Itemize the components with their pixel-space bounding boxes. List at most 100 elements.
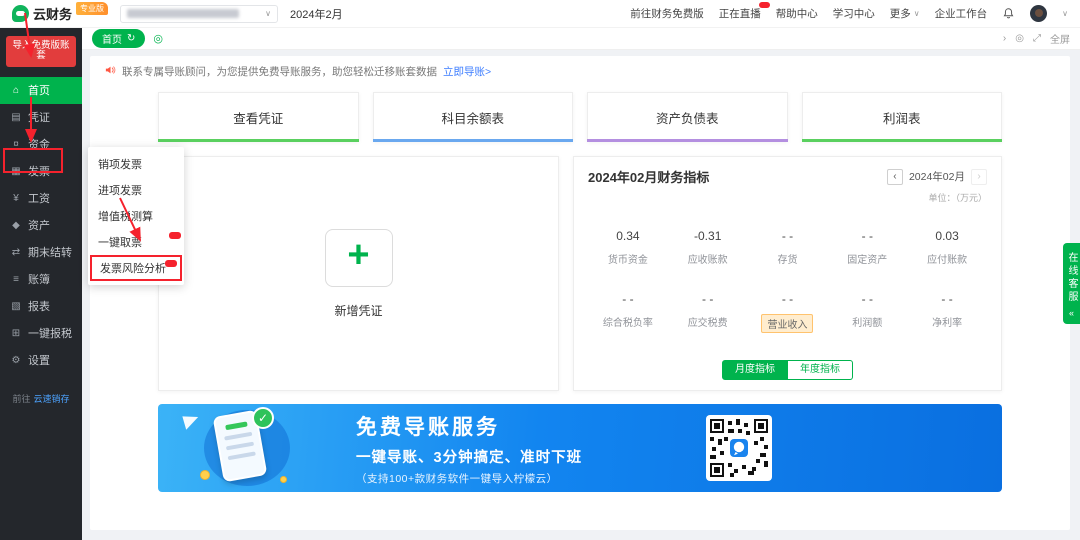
sidebar-item-funds[interactable]: ¤ 资金 <box>0 131 82 158</box>
refresh-circle-icon[interactable]: ◎ <box>1015 33 1024 44</box>
metric-payables: 0.03 应付账款 <box>927 229 968 267</box>
add-voucher-button[interactable]: + <box>324 228 393 287</box>
main-content: 联系专属导账顾问，为您提供免费导账服务，助您轻松迁移账套数据 立即导账> 查看凭… <box>82 50 1080 540</box>
voucher-icon: ▤ <box>11 111 21 123</box>
tab-home-label: 首页 <box>102 35 122 46</box>
notice-text: 联系专属导账顾问，为您提供免费导账服务，助您轻松迁移账套数据 <box>122 66 437 78</box>
card-balance-sheet[interactable]: 资产负债表 <box>587 92 788 142</box>
quick-cards: 查看凭证 科目余额表 资产负债表 利润表 <box>158 92 1002 142</box>
submenu-vat-calc[interactable]: 增值税测算 <box>88 203 184 229</box>
metric-inventory: - - 存货 <box>777 229 798 267</box>
nav-help-center[interactable]: 帮助中心 <box>776 6 818 21</box>
nav-workbench[interactable]: 企业工作台 <box>935 6 988 21</box>
period-label[interactable]: 2024年2月 <box>290 6 343 22</box>
online-service-tab[interactable]: 在线客服 « <box>1063 243 1080 324</box>
coin-icon <box>280 476 287 483</box>
new-badge <box>165 260 177 267</box>
metric-fixed-assets: - - 固定资产 <box>847 229 888 267</box>
topbar: 云财务 专业版 ∨ 2024年2月 前往财务免费版 正在直播 帮助中心 学习中心… <box>0 0 1080 28</box>
fullscreen-icon[interactable]: ⤢ <box>1033 33 1041 44</box>
banner-title: 免费导账服务 <box>356 415 500 439</box>
plus-icon: + <box>347 234 370 276</box>
sidebar-item-label: 一键报税 <box>28 328 72 341</box>
sidebar-item-reports[interactable]: ▧ 报表 <box>0 293 82 320</box>
sidebar-item-ledger[interactable]: ≡ 账簿 <box>0 266 82 293</box>
sidebar-item-label: 发票 <box>28 166 50 179</box>
nav-learning-center[interactable]: 学习中心 <box>833 6 875 21</box>
sidebar-item-label: 账簿 <box>28 274 50 287</box>
sidebar-item-label: 期末结转 <box>28 247 72 260</box>
card-view-vouchers[interactable]: 查看凭证 <box>158 92 359 142</box>
notification-bell-icon[interactable] <box>1002 7 1015 20</box>
metrics-row-1: 0.34 货币资金 -0.31 应收账款 - - 存货 - - 固定资产 0.0… <box>588 229 987 266</box>
collapse-icon: « <box>1068 308 1074 318</box>
submenu-one-click-fetch[interactable]: 一键取票 <box>88 229 184 255</box>
nav-more[interactable]: 更多 ∨ <box>890 6 920 21</box>
metric-tax-payable: - - 应交税费 <box>687 291 728 329</box>
submenu-output-invoice[interactable]: 销项发票 <box>88 151 184 177</box>
refresh-icon[interactable]: ↻ <box>127 33 135 44</box>
live-badge <box>758 2 770 8</box>
metrics-title: 2024年02月财务指标 <box>588 170 710 185</box>
paper-plane-icon <box>182 412 201 430</box>
qr-code <box>706 415 772 481</box>
metrics-row-2: - - 综合税负率 - - 应交税费 - - 营业收入 - - 利润额 - - … <box>588 292 987 333</box>
nav-free-version[interactable]: 前往财务免费版 <box>630 6 704 21</box>
tabbar-right-tools: › ◎ ⤢ 全屏 <box>1003 31 1070 46</box>
sidebar-item-assets[interactable]: ◆ 资产 <box>0 212 82 239</box>
sidebar-item-label: 资产 <box>28 220 50 233</box>
submenu-item-label: 一键取票 <box>98 237 142 249</box>
metrics-period: 2024年02月 <box>908 171 965 183</box>
monthly-toggle-button[interactable]: 月度指标 <box>722 360 788 380</box>
logo-icon <box>12 5 29 22</box>
reports-icon: ▧ <box>11 300 21 312</box>
megaphone-icon <box>104 64 116 79</box>
logo-text: 云财务 <box>33 7 73 22</box>
chevron-right-icon[interactable]: › <box>1003 33 1006 44</box>
submenu-item-label: 发票风险分析 <box>100 263 166 275</box>
sidebar-footer-link[interactable]: 前往 云速销存 <box>0 392 82 405</box>
prev-month-button[interactable]: ‹ <box>886 168 903 185</box>
chevron-down-icon[interactable]: ∨ <box>1062 9 1068 18</box>
submenu-invoice-risk-analysis[interactable]: 发票风险分析 <box>90 255 182 281</box>
metric-cash: 0.34 货币资金 <box>607 229 648 267</box>
fullscreen-label[interactable]: 全屏 <box>1050 31 1070 46</box>
assets-icon: ◆ <box>12 219 20 231</box>
sidebar-item-settings[interactable]: ⚙ 设置 <box>0 347 82 374</box>
sidebar-item-voucher[interactable]: ▤ 凭证 <box>0 104 82 131</box>
metric-net-margin: - - 净利率 <box>932 291 963 329</box>
metric-receivables: -0.31 应收账款 <box>687 229 728 267</box>
sidebar-item-carryover[interactable]: ⇄ 期末结转 <box>0 239 82 266</box>
nav-live[interactable]: 正在直播 <box>719 2 770 21</box>
sidebar-item-salary[interactable]: ¥ 工资 <box>0 185 82 212</box>
app-root: 云财务 专业版 ∨ 2024年2月 前往财务免费版 正在直播 帮助中心 学习中心… <box>0 0 1080 540</box>
dashboard-row: + 新增凭证 2024年02月财务指标 ‹ 2024年02月 › 单位：（万元）… <box>158 156 1002 391</box>
company-selector[interactable]: ∨ <box>120 4 279 23</box>
sidebar-item-invoice[interactable]: ▦ 发票 <box>0 158 82 185</box>
home-icon: ⌂ <box>12 84 20 96</box>
notice-bar: 联系专属导账顾问，为您提供免费导账服务，助您轻松迁移账套数据 立即导账> <box>90 56 1070 79</box>
submenu-input-invoice[interactable]: 进项发票 <box>88 177 184 203</box>
banner-subtitle: 一键导账、3分钟搞定、准时下班 <box>356 449 583 466</box>
new-voucher-panel: + 新增凭证 <box>158 156 559 391</box>
sidebar-item-home[interactable]: ⌂ 首页 <box>0 76 82 104</box>
import-free-account-button[interactable]: 导入免费版账套 <box>6 36 76 67</box>
metric-profit: - - 利润额 <box>852 291 883 329</box>
sidebar-item-label: 资金 <box>28 139 50 152</box>
sidebar-item-tax-filing[interactable]: ⊞ 一键报税 <box>0 320 82 347</box>
inner-container: 查看凭证 科目余额表 资产负债表 利润表 + 新增凭证 2024年02月财务指标… <box>90 92 1070 492</box>
tab-circle-icon[interactable]: ◎ <box>153 32 163 45</box>
coin-icon <box>200 470 210 480</box>
invoice-submenu: 销项发票 进项发票 增值税测算 一键取票 发票风险分析 <box>88 147 184 285</box>
settings-icon: ⚙ <box>11 354 21 366</box>
banner-note: （支持100+款财务软件一键导入柠檬云） <box>356 472 558 485</box>
tab-home[interactable]: 首页 ↻ <box>92 29 146 48</box>
user-avatar[interactable] <box>1030 5 1048 22</box>
card-account-balance[interactable]: 科目余额表 <box>372 92 573 142</box>
metrics-toggle: 月度指标 年度指标 <box>588 360 987 380</box>
promo-banner[interactable]: ✓ 免费导账服务 一键导账、3分钟搞定、准时下班 （支持100+款财务软件一键导… <box>158 404 1002 492</box>
next-month-button[interactable]: › <box>971 168 987 185</box>
card-income-statement[interactable]: 利润表 <box>801 92 1002 142</box>
yearly-toggle-button[interactable]: 年度指标 <box>788 360 853 380</box>
notice-link[interactable]: 立即导账> <box>443 64 491 79</box>
